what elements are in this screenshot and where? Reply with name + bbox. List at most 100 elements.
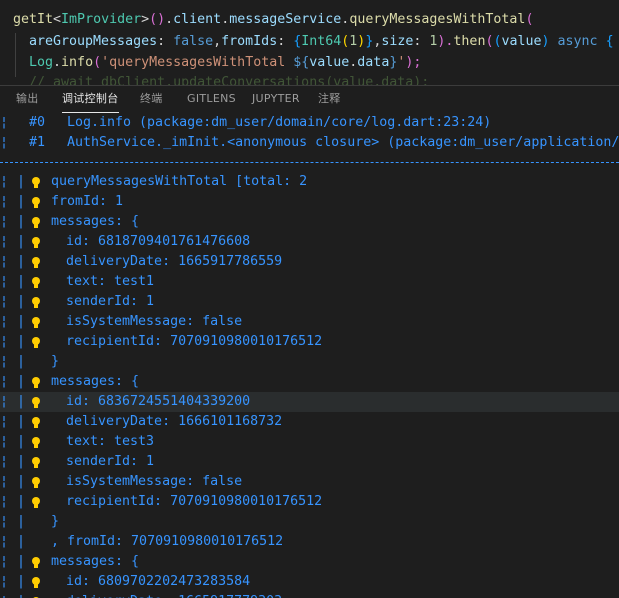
tab-comments[interactable]: 注释 xyxy=(318,92,341,112)
log-line[interactable]: ¦ | text: test3 xyxy=(0,432,619,452)
lightbulb-icon xyxy=(31,477,41,488)
indent-bar: | xyxy=(17,214,26,229)
tab-output[interactable]: 输出 xyxy=(16,92,39,112)
indent-bar: | xyxy=(17,294,26,309)
tab-jupyter[interactable]: JUPYTER xyxy=(252,92,300,112)
token: ${ xyxy=(293,55,310,70)
gutter-marker: ¦ xyxy=(0,274,9,289)
log-line[interactable]: ¦ | fromId: 1 xyxy=(0,192,619,212)
log-line[interactable]: ¦ | id: 6836724551404339200 xyxy=(0,392,619,412)
token: . xyxy=(53,55,62,70)
log-line[interactable]: ¦ | recipientId: 7070910980010176512 xyxy=(0,492,619,512)
log-text: fromId: 1 xyxy=(51,194,124,209)
indent-bar: | xyxy=(17,174,26,189)
gutter-marker: ¦ xyxy=(0,554,9,569)
log-line[interactable]: ¦ | messages: { xyxy=(0,212,619,232)
code-line-1[interactable]: getIt<ImProvider>().client.messageServic… xyxy=(13,9,533,31)
indent-bar: | xyxy=(17,194,26,209)
indent-bar: | xyxy=(17,254,26,269)
gutter-marker: ¦ xyxy=(0,534,9,549)
gutter-marker: ¦ xyxy=(0,494,9,509)
gutter-marker: ¦ xyxy=(0,294,9,309)
log-line[interactable]: ¦ | deliveryDate: 1666101168732 xyxy=(0,412,619,432)
log-line[interactable]: ¦ | recipientId: 7070910980010176512 xyxy=(0,332,619,352)
gutter-marker: ¦ xyxy=(0,374,9,389)
token: ImProvider xyxy=(61,12,142,27)
log-text: messages: { xyxy=(51,214,140,229)
lightbulb-icon xyxy=(31,237,41,248)
tab-gitlens[interactable]: GITLENS xyxy=(187,92,236,112)
log-line[interactable]: ¦ | text: test1 xyxy=(0,272,619,292)
log-line[interactable]: ¦ | queryMessagesWithTotal [total: 2 xyxy=(0,172,619,192)
lightbulb-icon xyxy=(31,177,41,188)
log-line[interactable]: ¦ | messages: { xyxy=(0,372,619,392)
log-text: queryMessagesWithTotal [total: 2 xyxy=(51,174,308,189)
lightbulb-icon xyxy=(31,217,41,228)
lightbulb-icon xyxy=(31,257,41,268)
debug-console-output[interactable]: ¦ #0 Log.info (package:dm_user/domain/co… xyxy=(0,113,619,598)
log-line[interactable]: ¦ |} xyxy=(0,352,619,372)
log-line[interactable]: ¦ | isSystemMessage: false xyxy=(0,472,619,492)
stack-frame-text[interactable]: AuthService._imInit.<anonymous closure> … xyxy=(67,133,619,153)
token: false xyxy=(173,34,214,49)
token: : xyxy=(157,34,174,49)
token: queryMessagesWithTotal xyxy=(349,12,526,27)
gutter-marker: ¦ xyxy=(0,234,9,249)
panel-tab-bar: 输出 调试控制台 终端 GITLENS JUPYTER 注释 xyxy=(0,85,619,114)
indent-bar: | xyxy=(17,592,25,598)
log-line[interactable]: ¦ | messages: { xyxy=(0,552,619,572)
token: areGroupMessages xyxy=(29,34,158,49)
indent-bar: | xyxy=(17,454,26,469)
lightbulb-icon xyxy=(31,557,41,568)
log-text: } xyxy=(51,354,60,369)
log-text: deliveryDate: 1666101168732 xyxy=(66,414,283,429)
stack-frame-row: ¦ #1 AuthService._imInit.<anonymous clos… xyxy=(0,133,619,153)
log-line[interactable]: ¦ | senderId: 1 xyxy=(0,292,619,312)
log-line[interactable]: ¦ |} xyxy=(0,512,619,532)
log-text: isSystemMessage: false xyxy=(66,314,243,329)
log-line[interactable]: ¦ | id: 6809702202473283584 xyxy=(0,572,619,592)
token: < xyxy=(53,12,62,27)
token: client xyxy=(173,12,222,27)
indent-bar: | xyxy=(17,314,26,329)
log-line[interactable]: ¦ | , fromId: 7070910980010176512 xyxy=(0,532,619,552)
log-line[interactable]: ¦ | senderId: 1 xyxy=(0,452,619,472)
indent-bar: | xyxy=(17,554,26,569)
lightbulb-icon xyxy=(31,377,41,388)
log-line[interactable]: ¦ | isSystemMessage: false xyxy=(0,312,619,332)
indent-bar: | xyxy=(17,414,26,429)
stack-frame-index: #1 xyxy=(29,135,46,150)
stack-frame-text[interactable]: Log.info (package:dm_user/domain/core/lo… xyxy=(67,113,491,133)
token: ) xyxy=(541,34,550,49)
log-line[interactable]: ¦ | id: 6818709401761476608 xyxy=(0,232,619,252)
lightbulb-icon xyxy=(31,277,41,288)
token: > xyxy=(141,12,150,27)
code-line-4[interactable]: // await dbClient.updateConversations(va… xyxy=(29,72,429,85)
token: ( xyxy=(525,12,534,27)
gutter-marker: ¦ xyxy=(0,174,9,189)
token: size xyxy=(381,34,414,49)
code-line-2[interactable]: areGroupMessages: false,fromIds: {Int64(… xyxy=(29,31,614,53)
log-text: } xyxy=(51,514,60,529)
token: ( xyxy=(93,55,102,70)
gutter-marker: ¦ xyxy=(0,574,9,589)
lightbulb-icon xyxy=(31,577,41,588)
indent-bar: | xyxy=(17,354,26,369)
indent-bar: | xyxy=(17,494,26,509)
log-text: deliveryDate: 1665917779303 xyxy=(66,592,282,598)
token: value xyxy=(309,55,350,70)
separator-row xyxy=(0,153,619,173)
tab-terminal[interactable]: 终端 xyxy=(140,92,163,112)
code-line-3[interactable]: Log.info('queryMessagesWithTotal ${value… xyxy=(29,52,421,74)
log-line[interactable]: ¦ | deliveryDate: 1665917786559 xyxy=(0,252,619,272)
token: , xyxy=(213,34,222,49)
stack-frame-index: #0 xyxy=(29,115,46,130)
token: ). xyxy=(437,34,454,49)
lightbulb-icon xyxy=(31,457,41,468)
log-text: recipientId: 7070910980010176512 xyxy=(66,494,323,509)
tab-debug-console[interactable]: 调试控制台 xyxy=(62,92,119,113)
log-line[interactable]: ¦ | deliveryDate: 1665917779303 xyxy=(0,592,619,598)
token: info xyxy=(61,55,94,70)
code-editor[interactable]: getIt<ImProvider>().client.messageServic… xyxy=(0,0,619,85)
log-text: , fromId: 7070910980010176512 xyxy=(51,534,284,549)
